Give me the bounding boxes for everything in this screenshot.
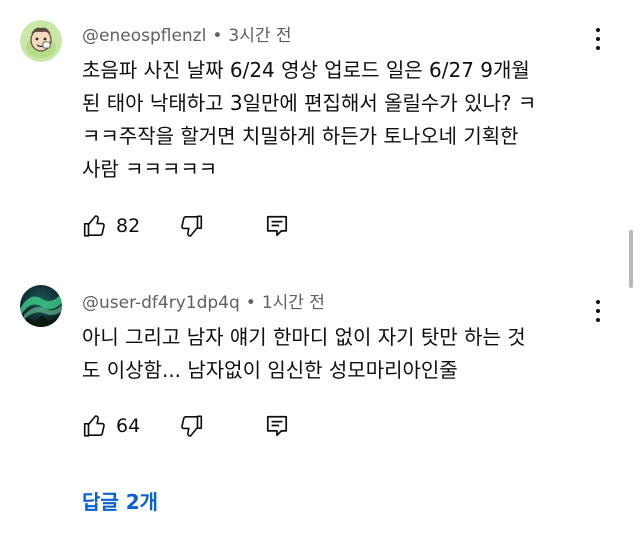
dislike-icon [181,215,203,237]
like-icon [83,215,105,237]
reply-button[interactable] [264,412,290,440]
more-options-icon[interactable] [588,25,608,53]
like-icon [83,415,105,437]
dislike-button[interactable] [178,412,204,440]
reply-button[interactable] [264,212,290,240]
meta-separator: • [212,26,223,46]
scrollbar[interactable] [629,230,633,288]
avatar[interactable] [20,285,62,327]
comment-text: 아니 그리고 남자 얘기 한마디 없이 자기 탓만 하는 것 도 이상함... … [82,325,526,382]
reply-icon [266,415,288,437]
author-name[interactable]: @eneospflenzl [82,26,206,46]
like-button[interactable]: 82 [82,212,140,240]
comment-actions: 82 [82,212,322,240]
like-button[interactable]: 64 [82,412,140,440]
comment-text: 초음파 사진 날짜 6/24 영상 업로드 일은 6/27 9개월 된 태아 낙… [82,58,537,181]
avatar[interactable] [20,20,62,62]
view-replies-link[interactable]: 답글 2개 [82,486,158,515]
comment-actions: 64 [82,412,322,440]
comment-meta: @user-df4ry1dp4q • 1시간 전 [82,288,325,313]
dislike-button[interactable] [178,212,204,240]
aurora-avatar-icon [20,285,62,327]
reply-icon [266,215,288,237]
comment-meta: @eneospflenzl • 3시간 전 [82,21,292,46]
timestamp[interactable]: 3시간 전 [228,26,291,46]
like-count: 82 [116,215,141,237]
meta-separator: • [245,293,256,313]
like-count: 64 [116,415,141,437]
timestamp[interactable]: 1시간 전 [262,293,325,313]
dislike-icon [181,415,203,437]
author-name[interactable]: @user-df4ry1dp4q [82,293,240,313]
cartoon-face-avatar-icon [20,20,62,62]
